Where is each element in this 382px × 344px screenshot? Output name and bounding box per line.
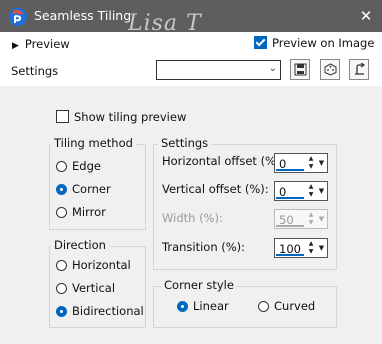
radio-vertical-label: Vertical [72, 281, 116, 295]
checkbox-unchecked-icon [56, 110, 69, 123]
value-underline [276, 197, 304, 199]
dropdown-arrow-icon[interactable]: ▼ [317, 183, 326, 199]
radio-unselected-icon [258, 301, 269, 312]
up-down-arrows-icon[interactable]: ▲ ▼ [306, 211, 316, 227]
preview-on-image-label: Preview on Image [272, 36, 375, 50]
radio-mirror-label: Mirror [72, 205, 106, 219]
corner-style-label: Corner style [161, 278, 237, 292]
up-down-arrows-icon[interactable]: ▲ ▼ [306, 240, 316, 256]
radio-selected-icon [56, 306, 67, 317]
radio-bidirectional-label: Bidirectional [72, 304, 144, 318]
show-tiling-preview-label: Show tiling preview [74, 110, 187, 124]
settings-group-label: Settings [158, 136, 212, 150]
app-logo-icon [9, 8, 27, 26]
chevron-down-icon: ⌄ [268, 63, 277, 74]
radio-curved[interactable]: Curved [258, 299, 315, 313]
width-spinner[interactable]: 50 ▲ ▼ ▼ [274, 209, 328, 229]
preview-on-image-checkbox[interactable]: Preview on Image [254, 36, 374, 50]
horizontal-offset-label: Horizontal offset (%): [162, 154, 285, 168]
value-underline [276, 225, 304, 227]
dropdown-arrow-icon[interactable]: ▼ [317, 211, 326, 227]
settings-label: Settings [11, 64, 59, 78]
settings-preset-dropdown[interactable]: ⌄ [156, 60, 281, 80]
close-button[interactable]: ✕ [350, 0, 382, 32]
close-icon: ✕ [359, 7, 373, 25]
radio-selected-icon [56, 184, 67, 195]
dropdown-arrow-icon[interactable]: ▼ [317, 240, 326, 256]
radio-linear-label: Linear [193, 299, 229, 313]
up-down-arrows-icon[interactable]: ▲ ▼ [306, 183, 316, 199]
radio-curved-label: Curved [274, 299, 316, 313]
width-label: Width (%): [162, 211, 223, 225]
checkbox-checked-icon [254, 36, 267, 49]
vertical-offset-spinner[interactable]: 0 ▲ ▼ ▼ [274, 181, 328, 201]
tiling-method-label: Tiling method [51, 136, 136, 150]
vertical-offset-label: Vertical offset (%): [162, 182, 269, 196]
value-underline [276, 254, 304, 256]
radio-selected-icon [177, 301, 188, 312]
radio-horizontal[interactable]: Horizontal [56, 258, 131, 272]
radio-horizontal-label: Horizontal [72, 258, 131, 272]
radio-mirror[interactable]: Mirror [56, 205, 106, 219]
dice-icon [324, 63, 336, 76]
save-preset-button[interactable] [290, 59, 310, 80]
reset-button[interactable] [349, 59, 369, 80]
save-icon [294, 63, 306, 76]
title-bar: Seamless Tiling Lisa T ✕ [0, 0, 382, 36]
transition-label: Transition (%): [162, 240, 246, 254]
radio-bidirectional[interactable]: Bidirectional [56, 304, 144, 318]
radio-unselected-icon [56, 260, 67, 271]
radio-vertical[interactable]: Vertical [56, 281, 115, 295]
dropdown-arrow-icon[interactable]: ▼ [317, 155, 326, 171]
horizontal-offset-spinner[interactable]: 0 ▲ ▼ ▼ [274, 153, 328, 173]
value-underline [276, 169, 304, 171]
show-tiling-preview-checkbox[interactable]: Show tiling preview [56, 110, 186, 124]
radio-unselected-icon [56, 207, 67, 218]
radio-edge-label: Edge [72, 159, 101, 173]
radio-linear[interactable]: Linear [177, 299, 229, 313]
radio-edge[interactable]: Edge [56, 159, 101, 173]
randomize-button[interactable] [320, 59, 340, 80]
up-down-arrows-icon[interactable]: ▲ ▼ [306, 155, 316, 171]
preview-label: Preview [24, 37, 70, 51]
radio-corner[interactable]: Corner [56, 182, 111, 196]
expand-triangle-icon: ▶ [12, 41, 19, 51]
direction-label: Direction [51, 238, 109, 252]
radio-unselected-icon [56, 283, 67, 294]
preview-expander[interactable]: ▶ Preview [12, 37, 70, 51]
reset-icon [354, 62, 365, 75]
radio-unselected-icon [56, 161, 67, 172]
radio-corner-label: Corner [72, 182, 111, 196]
transition-spinner[interactable]: 100 ▲ ▼ ▼ [274, 238, 328, 258]
window-title: Seamless Tiling [34, 8, 132, 23]
